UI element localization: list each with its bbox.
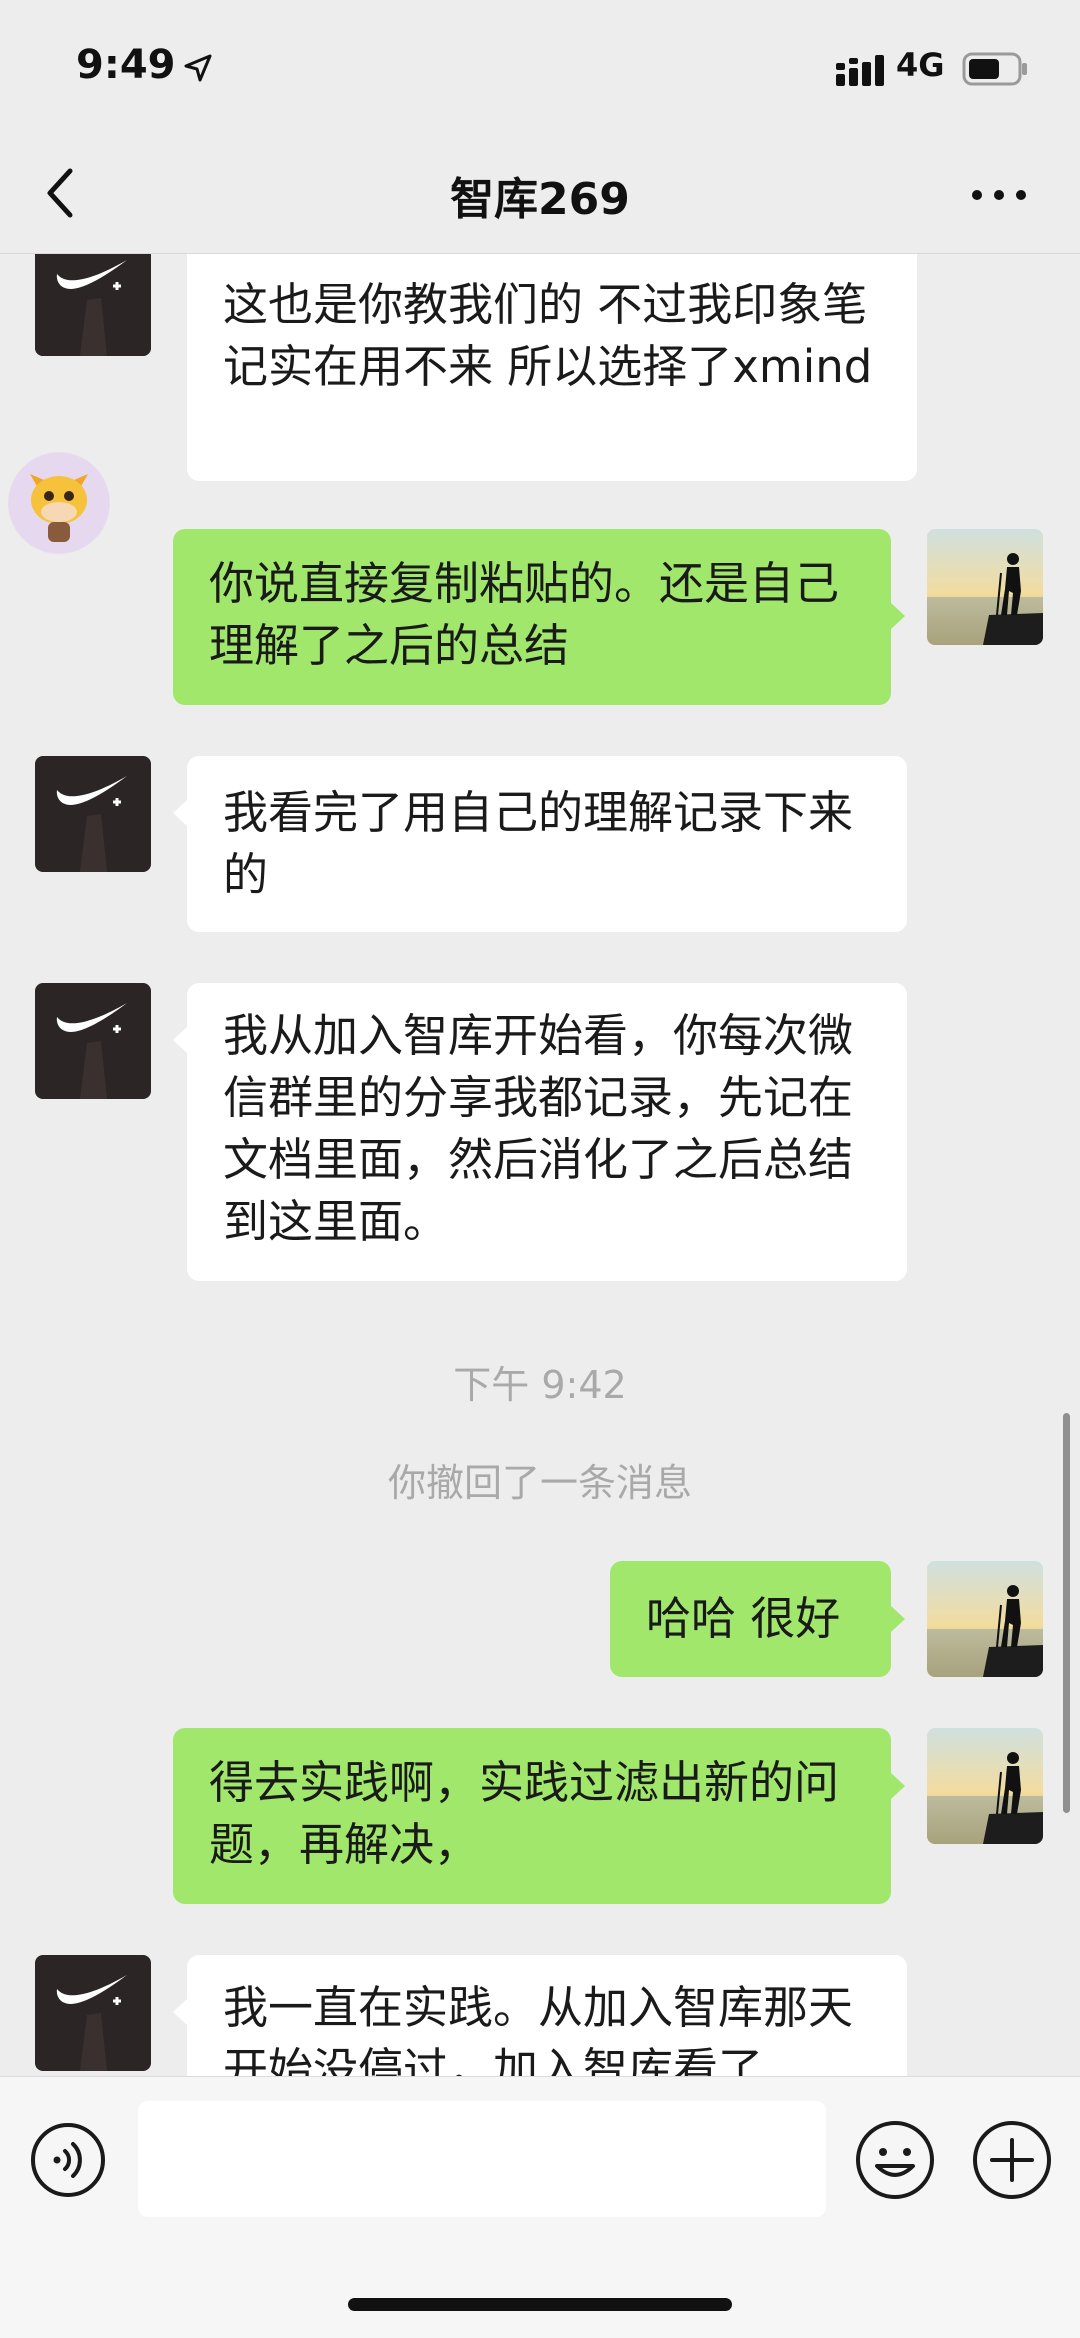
bubble-tail xyxy=(173,1999,187,2025)
message-bubble-incoming[interactable]: 我一直在实践。从加入智库那天开始没停过，加入智库看了 xyxy=(187,1955,907,2076)
scrollbar[interactable] xyxy=(1063,1413,1070,1813)
self-avatar[interactable] xyxy=(927,1561,1043,1677)
self-avatar[interactable] xyxy=(927,1728,1043,1844)
status-bar: 9:49 4G xyxy=(0,0,1080,135)
status-time: 9:49 xyxy=(76,42,176,88)
recall-notice: 你撤回了一条消息 xyxy=(387,1461,692,1505)
network-label: 4G xyxy=(896,46,945,84)
bubble-tail xyxy=(891,603,905,629)
message-bubble-incoming[interactable]: 这也是你教我们的 不过我印象笔记实在用不来 所以选择了xmind xyxy=(187,254,917,481)
nike-logo-icon xyxy=(35,983,151,1099)
message-bubble-outgoing[interactable]: 你说直接复制粘贴的。还是自己理解了之后的总结 xyxy=(173,529,891,705)
message-bubble-outgoing[interactable]: 哈哈 很好 xyxy=(610,1561,891,1677)
message-list[interactable]: 这也是你教我们的 不过我印象笔记实在用不来 所以选择了xmind 你说直接复制粘… xyxy=(0,254,1080,2076)
home-indicator[interactable] xyxy=(348,2298,732,2311)
message-text: 我看完了用自己的理解记录下来的 xyxy=(223,786,854,901)
bubble-tail xyxy=(173,1027,187,1053)
bubble-tail xyxy=(173,800,187,826)
hiker-avatar-icon xyxy=(927,1561,1043,1677)
more-options-icon[interactable] xyxy=(968,171,1030,219)
chat-title: 智库269 xyxy=(450,174,630,225)
friend-avatar[interactable] xyxy=(35,756,151,872)
bubble-tail xyxy=(891,1773,905,1799)
self-avatar[interactable] xyxy=(927,529,1043,645)
message-text: 我从加入智库开始看，你每次微信群里的分享我都记录，先记在文档里面，然后消化了之后… xyxy=(223,1009,854,1248)
message-text: 哈哈 很好 xyxy=(646,1592,841,1645)
emoji-icon[interactable] xyxy=(855,2120,935,2200)
battery-icon xyxy=(962,52,1027,86)
bubble-tail xyxy=(891,1606,905,1632)
hiker-avatar-icon xyxy=(927,1728,1043,1844)
message-bubble-incoming[interactable]: 我从加入智库开始看，你每次微信群里的分享我都记录，先记在文档里面，然后消化了之后… xyxy=(187,983,907,1281)
chat-header: 智库269 xyxy=(0,135,1080,254)
message-text: 这也是你教我们的 不过我印象笔记实在用不来 所以选择了xmind xyxy=(223,278,873,393)
message-input[interactable] xyxy=(138,2101,826,2217)
hiker-avatar-icon xyxy=(927,529,1043,645)
location-arrow-icon xyxy=(184,54,212,82)
message-text: 我一直在实践。从加入智库那天开始没停过，加入智库看了 xyxy=(223,1981,854,2076)
signal-icon xyxy=(836,55,884,86)
message-bubble-outgoing[interactable]: 得去实践啊，实践过滤出新的问题，再解决， xyxy=(173,1728,891,1904)
cow-icon xyxy=(9,453,109,553)
friend-avatar[interactable] xyxy=(35,1955,151,2071)
nike-logo-icon xyxy=(35,756,151,872)
message-bubble-incoming[interactable]: 我看完了用自己的理解记录下来的 xyxy=(187,756,907,932)
timestamp: 下午 9:42 xyxy=(453,1363,627,1407)
cow-sticker-avatar xyxy=(8,452,110,554)
nike-logo-icon xyxy=(35,1955,151,2071)
message-text: 得去实践啊，实践过滤出新的问题，再解决， xyxy=(209,1756,840,1871)
message-text: 你说直接复制粘贴的。还是自己理解了之后的总结 xyxy=(209,557,840,672)
friend-avatar[interactable] xyxy=(35,983,151,1099)
nike-logo-icon xyxy=(35,254,151,356)
plus-icon[interactable] xyxy=(972,2120,1052,2200)
voice-icon[interactable] xyxy=(30,2122,106,2198)
friend-avatar[interactable] xyxy=(35,254,151,356)
